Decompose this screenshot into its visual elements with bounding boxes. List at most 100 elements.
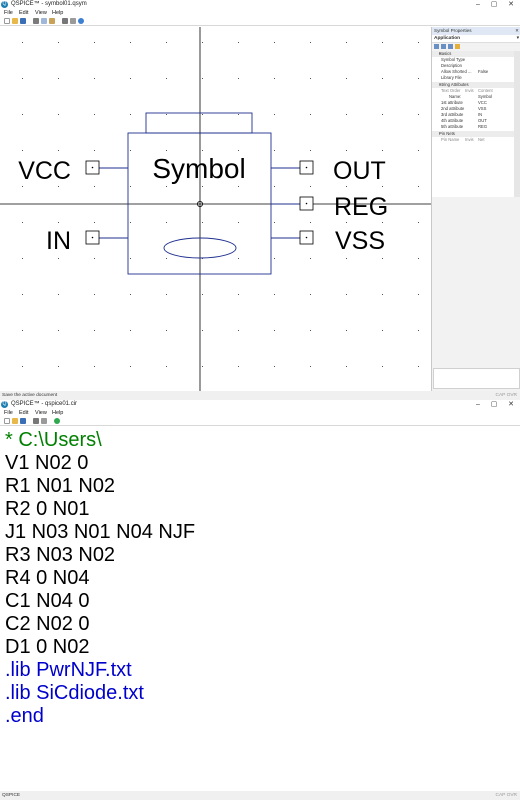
status-indicators: CAP OVR: [495, 393, 517, 398]
pin-label-vcc: VCC: [18, 157, 71, 185]
grid-dot: [94, 294, 95, 295]
menu-help[interactable]: Help: [52, 409, 63, 417]
grid-dot: [22, 150, 23, 151]
save-icon[interactable]: [20, 18, 26, 24]
grid-dot: [202, 78, 203, 79]
open-folder-icon[interactable]: [12, 418, 18, 424]
grid-dot: [274, 186, 275, 187]
grid-dot: [382, 42, 383, 43]
grid-dot: [166, 258, 167, 259]
pin-label-in: IN: [46, 227, 71, 255]
grid-dot: [346, 78, 347, 79]
grid-dot: [130, 330, 131, 331]
netlist-editor-window: Q QSPICE™ - qspice01.cir – ▢ ✕ File Edit…: [0, 400, 520, 800]
grid-dot: [310, 294, 311, 295]
grid-dot: [274, 258, 275, 259]
grid-dot: [238, 222, 239, 223]
properties-panel-title: Symbol Properties: [434, 28, 472, 33]
grid-dot: [382, 222, 383, 223]
netlist-line: .end: [5, 705, 44, 727]
save-icon[interactable]: [20, 418, 26, 424]
run-simulation-icon[interactable]: [54, 418, 60, 424]
open-folder-icon[interactable]: [12, 18, 18, 24]
pin-label-vss: VSS: [335, 227, 385, 255]
menu-view[interactable]: View: [35, 409, 47, 417]
panel-close-icon[interactable]: ✕: [515, 27, 519, 35]
grid-dot: [274, 42, 275, 43]
cut-icon[interactable]: [33, 18, 39, 24]
print-preview-icon[interactable]: [41, 418, 47, 424]
properties-panel-header: Symbol Properties ✕: [432, 27, 520, 35]
close-icon[interactable]: ✕: [505, 0, 517, 9]
grid-dot: [418, 258, 419, 259]
window-title: QSPICE™ - symbol01.qsym: [11, 1, 87, 7]
grid-dot: [202, 366, 203, 367]
qspice-app-icon: Q: [1, 1, 8, 8]
grid-dot: [418, 366, 419, 367]
alphabetical-icon[interactable]: [441, 44, 446, 49]
grid-dot: [130, 42, 131, 43]
properties-icon[interactable]: [448, 44, 453, 49]
menu-file[interactable]: File: [4, 9, 13, 17]
grid-dot: [418, 222, 419, 223]
grid-dot: [58, 222, 59, 223]
property-row[interactable]: Library File: [432, 75, 514, 81]
grid-dot: [202, 150, 203, 151]
netlist-line: R1 N01 N02: [5, 475, 116, 497]
grid-dot: [166, 294, 167, 295]
grid-dot: [346, 294, 347, 295]
maximize-icon[interactable]: ▢: [488, 400, 500, 409]
grid-dot: [22, 114, 23, 115]
menu-help[interactable]: Help: [52, 9, 63, 17]
grid-dot: [382, 186, 383, 187]
grid-dot: [238, 78, 239, 79]
menu-edit[interactable]: Edit: [19, 9, 28, 17]
categorized-icon[interactable]: [434, 44, 439, 49]
title-bar: Q QSPICE™ - symbol01.qsym – ▢ ✕: [0, 0, 520, 9]
copy-icon[interactable]: [41, 18, 47, 24]
print-icon[interactable]: [62, 18, 68, 24]
grid-dot: [58, 330, 59, 331]
grid-dot: [202, 222, 203, 223]
grid-dot: [22, 366, 23, 367]
grid-dot: [94, 366, 95, 367]
netlist-line: J1 N03 N01 N04 NJF: [5, 521, 196, 543]
paste-icon[interactable]: [49, 18, 55, 24]
help-icon[interactable]: [78, 18, 84, 24]
grid-dot: [382, 330, 383, 331]
netlist-line: R3 N03 N02: [5, 544, 116, 566]
grid-dot: [58, 294, 59, 295]
netlist-text-editor[interactable]: * C:\Users\ V1 N02 0 R1 N01 N02 R2 0 N01…: [0, 427, 520, 790]
grid-dot: [418, 150, 419, 151]
menu-view[interactable]: View: [35, 9, 47, 17]
grid-dot: [346, 42, 347, 43]
maximize-icon[interactable]: ▢: [488, 0, 500, 9]
minimize-icon[interactable]: –: [472, 0, 484, 9]
grid-dot: [58, 78, 59, 79]
grid-dot: [418, 114, 419, 115]
menu-edit[interactable]: Edit: [19, 409, 28, 417]
minimize-icon[interactable]: –: [472, 400, 484, 409]
print-preview-icon[interactable]: [70, 18, 76, 24]
properties-object-selector[interactable]: Application ▾: [432, 35, 520, 43]
close-icon[interactable]: ✕: [505, 400, 517, 409]
properties-scrollbar[interactable]: [514, 51, 520, 197]
window-title: QSPICE™ - qspice01.cir: [11, 401, 78, 407]
new-file-icon[interactable]: [4, 418, 10, 424]
grid-dot: [22, 294, 23, 295]
events-icon[interactable]: [455, 44, 460, 49]
menu-file[interactable]: File: [4, 409, 13, 417]
symbol-name-label: Symbol: [152, 153, 245, 184]
grid-dot: [418, 294, 419, 295]
grid-dot: [238, 330, 239, 331]
grid-dot: [238, 258, 239, 259]
symbol-canvas[interactable]: Symbol VCC IN OUT REG VSS: [0, 27, 431, 391]
new-file-icon[interactable]: [4, 18, 10, 24]
chevron-down-icon[interactable]: ▾: [517, 35, 519, 43]
grid-dot: [202, 330, 203, 331]
print-icon[interactable]: [33, 418, 39, 424]
grid-dot: [166, 150, 167, 151]
grid-dot: [94, 186, 95, 187]
pin-nets-header: Pin Name Invis Net: [441, 137, 485, 142]
attribute-row[interactable]: 5th attribute REG: [432, 124, 514, 130]
